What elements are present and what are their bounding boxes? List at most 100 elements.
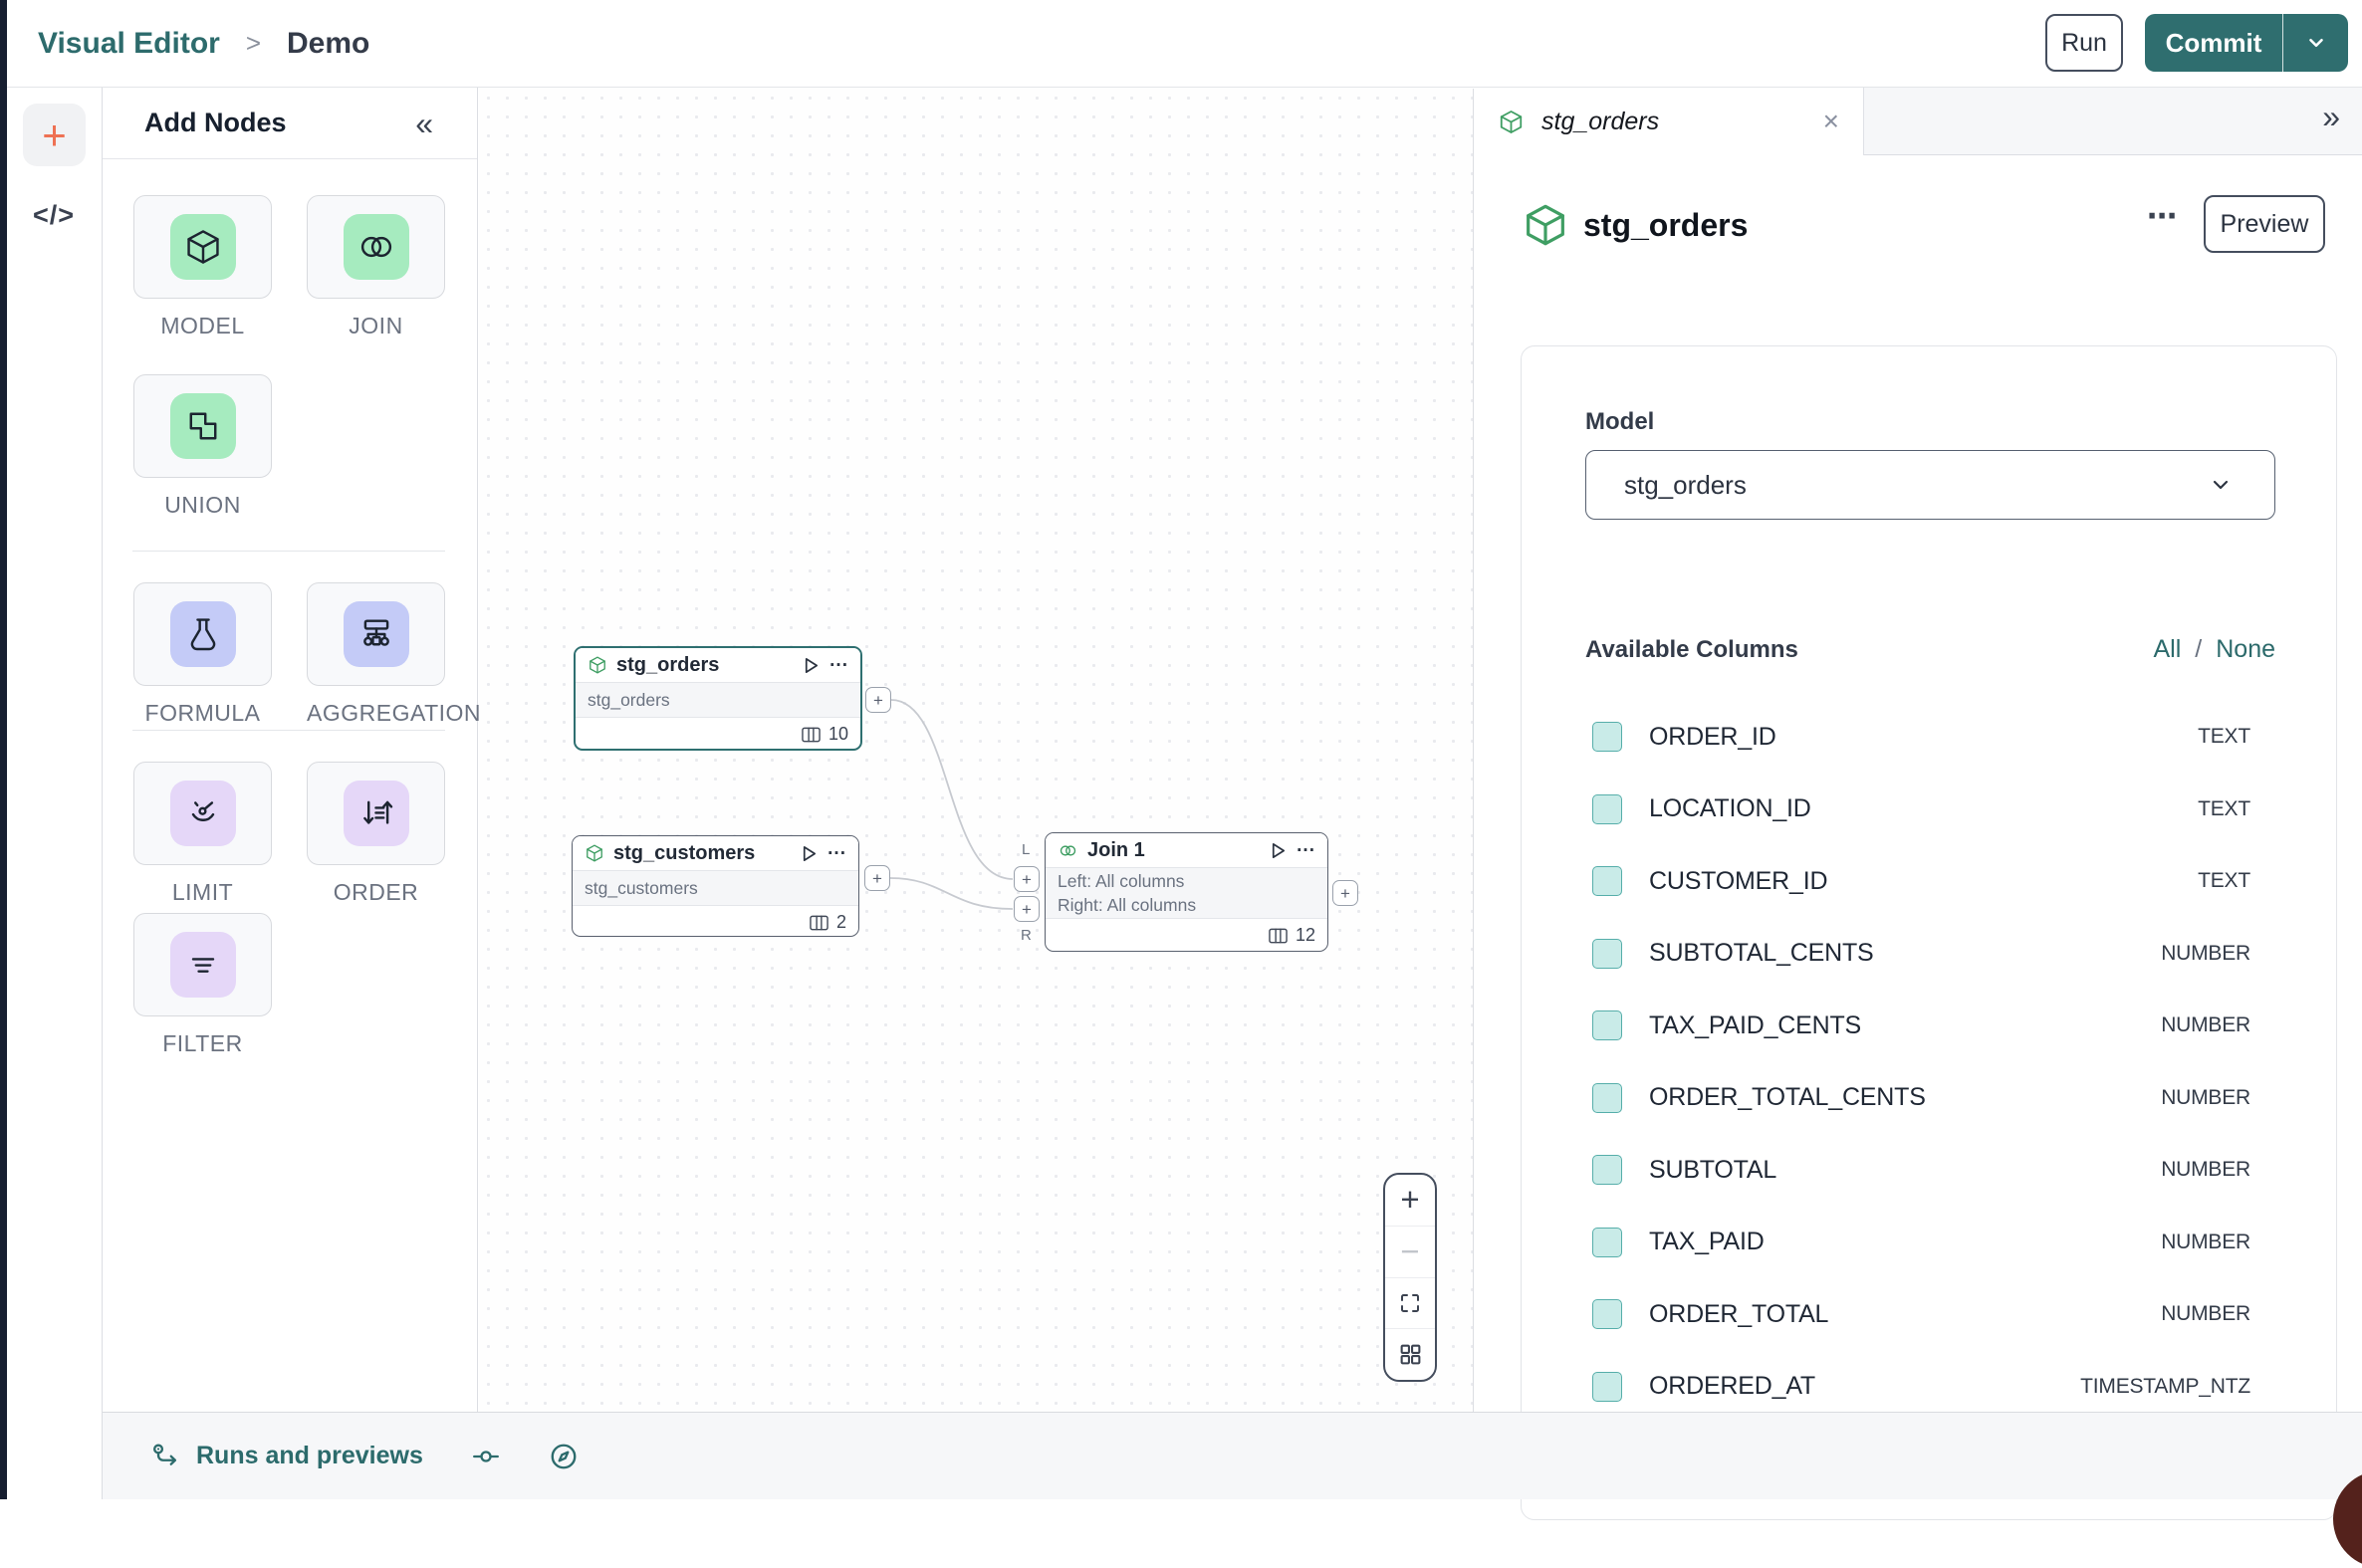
fit-view-button[interactable]: [1385, 1277, 1435, 1329]
node-menu-icon[interactable]: ...: [827, 845, 846, 861]
run-node-icon[interactable]: [1269, 841, 1288, 860]
column-name: ORDER_TOTAL: [1649, 1300, 2161, 1329]
preview-button[interactable]: Preview: [2204, 195, 2325, 253]
add-nodes-header: Add Nodes «: [103, 88, 477, 159]
node-body: stg_orders: [576, 682, 860, 718]
column-checkbox[interactable]: [1592, 939, 1622, 969]
column-name: SUBTOTAL: [1649, 1156, 2161, 1185]
panel-menu-icon[interactable]: ⋯: [2147, 199, 2179, 234]
node-tile[interactable]: [307, 762, 445, 865]
close-icon[interactable]: ×: [1823, 106, 1839, 137]
output-handle-stg-orders[interactable]: +: [865, 687, 891, 713]
add-node-tile-union[interactable]: UNION: [133, 374, 272, 519]
canvas-zoom-controls: + −: [1383, 1173, 1437, 1382]
auto-layout-button[interactable]: [1385, 1328, 1435, 1380]
node-tile[interactable]: [133, 582, 272, 686]
breadcrumb: Visual Editor > Demo: [38, 27, 369, 61]
join-left-config: Left: All columns: [1058, 869, 1315, 893]
node-tile[interactable]: [133, 762, 272, 865]
app-edge-strip: [0, 0, 7, 1499]
model-select[interactable]: stg_orders: [1585, 450, 2275, 520]
column-type: NUMBER: [2161, 1013, 2250, 1037]
column-row-customer_id: CUSTOMER_ID TEXT: [1522, 845, 2338, 918]
node-join-1[interactable]: Join 1 ... Left: All columns Right: All …: [1045, 832, 1328, 952]
group-divider: [132, 551, 445, 552]
node-stg-orders[interactable]: stg_orders ... stg_orders 10: [574, 646, 862, 751]
commit-dropdown-button[interactable]: [2283, 14, 2348, 72]
node-menu-icon[interactable]: ...: [1297, 842, 1315, 858]
join-icon: [1058, 840, 1078, 861]
join-right-input-handle[interactable]: +: [1014, 896, 1040, 922]
run-node-icon[interactable]: [802, 656, 821, 675]
add-node-tile-aggregation[interactable]: AGGREGATION: [307, 582, 445, 727]
add-node-tile-limit[interactable]: LIMIT: [133, 762, 272, 906]
order-sort-icon: [344, 781, 409, 846]
column-checkbox[interactable]: [1592, 1372, 1622, 1402]
commit-button[interactable]: Commit: [2145, 14, 2282, 72]
column-row-order_id: ORDER_ID TEXT: [1522, 701, 2338, 774]
runs-and-previews-button[interactable]: Runs and previews: [149, 1442, 423, 1471]
join-left-input-handle[interactable]: +: [1014, 866, 1040, 892]
column-name: ORDER_ID: [1649, 723, 2198, 752]
tab-stg-orders[interactable]: stg_orders ×: [1474, 88, 1864, 155]
formula-flask-icon: [170, 601, 236, 667]
group-divider: [132, 730, 445, 731]
compass-button[interactable]: [549, 1442, 579, 1471]
breadcrumb-visual-editor[interactable]: Visual Editor: [38, 27, 220, 61]
select-none-link[interactable]: None: [2216, 635, 2275, 664]
add-node-tile-join[interactable]: JOIN: [307, 195, 445, 339]
select-separator: /: [2195, 635, 2202, 664]
node-body: stg_customers: [573, 870, 858, 906]
output-handle-join[interactable]: +: [1332, 880, 1358, 906]
select-all-link[interactable]: All: [2153, 635, 2181, 664]
slider-icon: [471, 1442, 501, 1471]
settings-slider-button[interactable]: [471, 1442, 501, 1471]
column-name: TAX_PAID: [1649, 1228, 2161, 1256]
available-columns-title: Available Columns: [1585, 636, 2153, 664]
column-checkbox[interactable]: [1592, 722, 1622, 752]
run-node-icon[interactable]: [800, 844, 819, 863]
model-cube-icon: [170, 214, 236, 280]
column-type: NUMBER: [2161, 1086, 2250, 1110]
column-checkbox[interactable]: [1592, 1155, 1622, 1185]
chevron-down-icon: [2209, 473, 2233, 497]
column-checkbox[interactable]: [1592, 1083, 1622, 1113]
expand-panel-icon[interactable]: »: [2322, 99, 2340, 135]
column-checkbox[interactable]: [1592, 1228, 1622, 1257]
zoom-out-button[interactable]: −: [1385, 1226, 1435, 1277]
node-tile[interactable]: [307, 195, 445, 299]
node-menu-icon[interactable]: ...: [829, 657, 848, 673]
run-button[interactable]: Run: [2045, 14, 2123, 72]
code-view-button[interactable]: </>: [21, 195, 87, 235]
add-node-tile-model[interactable]: MODEL: [133, 195, 272, 339]
column-checkbox[interactable]: [1592, 794, 1622, 824]
node-tile[interactable]: [133, 913, 272, 1016]
model-cube-icon: [1522, 201, 1569, 249]
column-row-subtotal: SUBTOTAL NUMBER: [1522, 1134, 2338, 1207]
column-checkbox[interactable]: [1592, 1299, 1622, 1329]
column-name: ORDER_TOTAL_CENTS: [1649, 1083, 2161, 1112]
join-left-handle-label: L: [1022, 841, 1030, 858]
node-body: Left: All columns Right: All columns: [1046, 867, 1327, 919]
collapse-panel-icon[interactable]: «: [415, 108, 433, 139]
columns-icon: [1269, 928, 1288, 944]
column-count: 12: [1296, 925, 1315, 946]
column-name: TAX_PAID_CENTS: [1649, 1011, 2161, 1040]
node-stg-customers[interactable]: stg_customers ... stg_customers 2: [572, 835, 859, 937]
chevron-down-icon: [2305, 32, 2327, 54]
flow-canvas[interactable]: stg_orders ... stg_orders 10 + stg_custo…: [479, 89, 1474, 1412]
column-checkbox[interactable]: [1592, 1010, 1622, 1040]
columns-icon: [802, 727, 821, 743]
node-tile[interactable]: [307, 582, 445, 686]
add-node-tile-order[interactable]: ORDER: [307, 762, 445, 906]
column-row-tax_paid: TAX_PAID NUMBER: [1522, 1207, 2338, 1279]
add-button[interactable]: +: [23, 104, 86, 166]
add-node-tile-filter[interactable]: FILTER: [133, 913, 272, 1057]
available-columns-header: Available Columns All / None: [1585, 635, 2275, 664]
column-checkbox[interactable]: [1592, 866, 1622, 896]
node-tile[interactable]: [133, 374, 272, 478]
output-handle-stg-customers[interactable]: +: [864, 865, 890, 891]
node-tile[interactable]: [133, 195, 272, 299]
add-node-tile-formula[interactable]: FORMULA: [133, 582, 272, 727]
zoom-in-button[interactable]: +: [1385, 1175, 1435, 1226]
